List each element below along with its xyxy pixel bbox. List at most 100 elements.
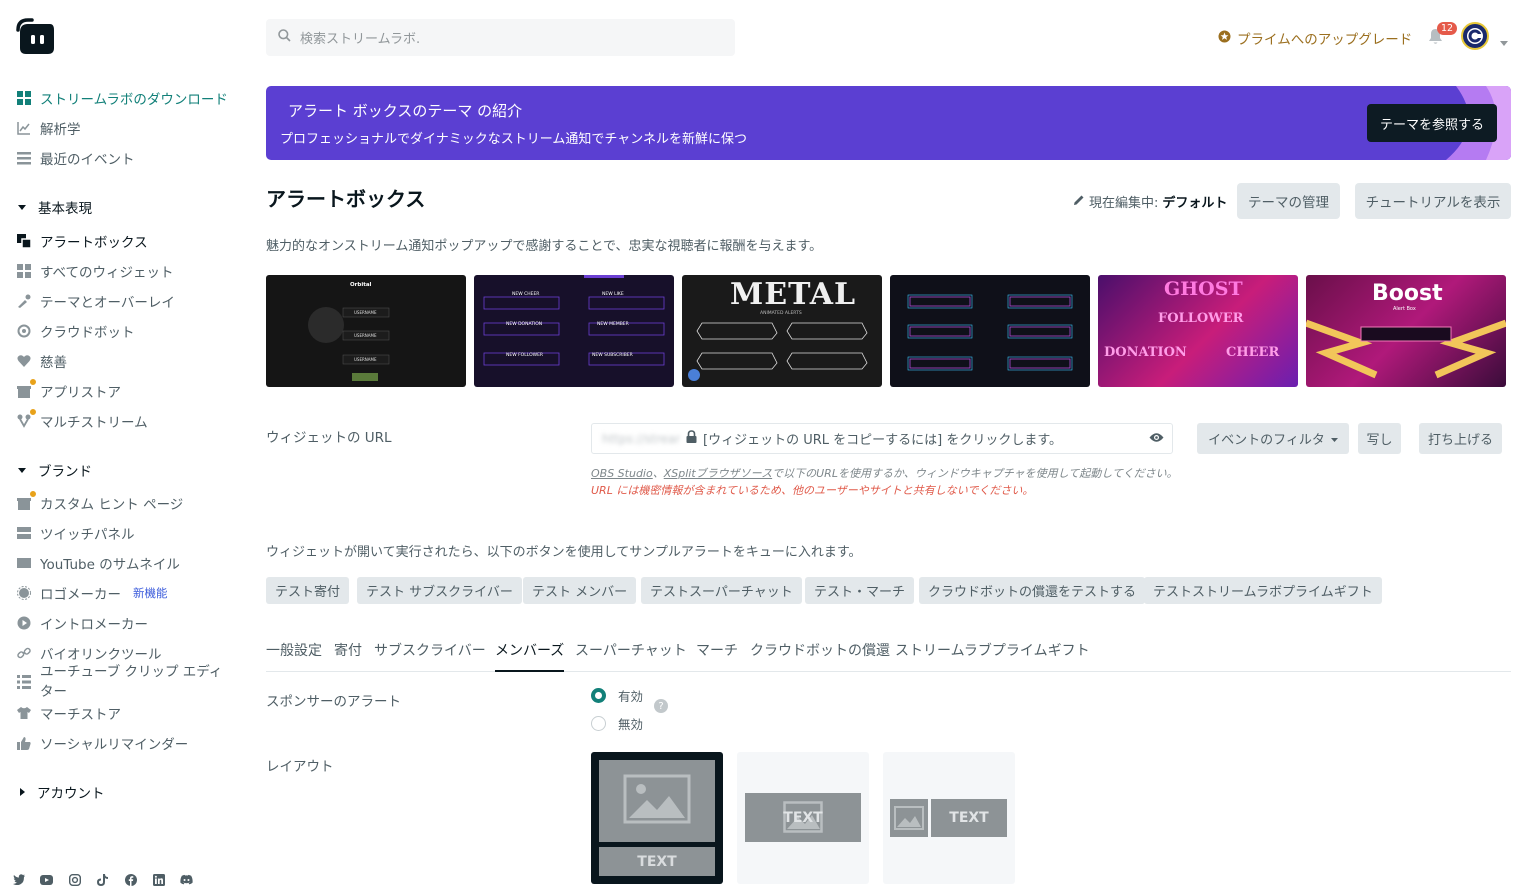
- sidebar-item-recent-events[interactable]: 最近のイベント: [16, 146, 135, 170]
- chevron-down-icon[interactable]: [1500, 35, 1508, 50]
- page-description: 魅力的なオンストリーム通知ポップアップで感謝することで、忠実な視聴者に報酬を与え…: [266, 239, 823, 254]
- chevron-down-icon: [18, 467, 26, 473]
- instagram-icon[interactable]: [68, 873, 81, 886]
- facebook-icon[interactable]: [124, 873, 137, 886]
- copy-url-instruction: [ウィジェットの URL をコピーするには] をクリックします。: [703, 433, 1063, 448]
- theme-thumbnail-ghost[interactable]: GHOST FOLLOWER DONATION CHEER: [1098, 275, 1298, 387]
- twitter-icon[interactable]: [12, 873, 25, 886]
- url-security-warning: URL には機密情報が含まれているため、他のユーザーやサイトと共有しないでくださ…: [591, 484, 1034, 497]
- tab-cloudbot-redemptions[interactable]: クラウドボットの償還: [750, 640, 890, 672]
- theme-thumbnail-boost[interactable]: Boost Alert Box: [1306, 275, 1506, 387]
- sidebar-item-clip-editor[interactable]: ユーチューブ クリップ エディ ター: [16, 662, 222, 702]
- new-badge: 新機能: [133, 586, 168, 600]
- sidebar-item-themes[interactable]: テーマとオーバーレイ: [16, 289, 175, 313]
- multistream-icon: [16, 408, 37, 429]
- test-subscriber-button[interactable]: テスト サブスクライバー: [357, 577, 522, 604]
- tab-general-settings[interactable]: 一般設定: [266, 640, 322, 672]
- sidebar-section-account[interactable]: アカウント: [18, 782, 105, 802]
- sidebar-item-label: すべてのウィジェット: [40, 265, 174, 281]
- layout-option-image-above-text[interactable]: TEXT: [591, 752, 723, 884]
- chevron-down-icon: [1330, 431, 1338, 446]
- tab-prime-gift[interactable]: ストリームラブプライムギフト: [895, 640, 1090, 672]
- sidebar-item-label: マルチストリーム: [40, 415, 148, 431]
- sidebar-item-alert-box[interactable]: アラートボックス: [16, 229, 148, 253]
- manage-themes-button[interactable]: テーマの管理: [1237, 183, 1340, 219]
- tab-members[interactable]: メンバーズ: [495, 640, 565, 672]
- image-placeholder: [599, 760, 715, 842]
- streamlabs-logo[interactable]: [16, 18, 56, 56]
- store-icon: [16, 378, 37, 399]
- sidebar-item-twitch-panels[interactable]: ツイッチパネル: [16, 521, 135, 545]
- browse-themes-button[interactable]: テーマを参照する: [1367, 104, 1497, 142]
- layout-option-image-left-of-text[interactable]: TEXT: [883, 752, 1015, 884]
- sidebar-item-label: アラートボックス: [40, 235, 148, 251]
- sidebar-item-cloudbot[interactable]: クラウドボット: [16, 319, 135, 343]
- sidebar-item-logo-maker[interactable]: ロゴメーカー 新機能: [16, 581, 168, 605]
- sidebar-item-analytics[interactable]: 解析学: [16, 116, 81, 140]
- logo-maker-icon: [16, 585, 32, 601]
- search-input[interactable]: 検索ストリームラボ.: [300, 28, 420, 47]
- copy-url-button[interactable]: 写し: [1358, 423, 1401, 454]
- test-donation-button[interactable]: テスト寄付: [266, 577, 350, 604]
- test-cloudbot-redemption-button[interactable]: クラウドボットの償還をテストする: [919, 577, 1146, 604]
- launch-widget-button[interactable]: 打ち上げる: [1419, 423, 1502, 454]
- sidebar-item-multistream[interactable]: マルチストリーム: [16, 408, 148, 433]
- event-filter-dropdown[interactable]: イベントのフィルタ: [1197, 423, 1349, 454]
- sidebar-item-label-continued: ター: [40, 684, 67, 700]
- layout-option-image-behind-text[interactable]: TEXT: [737, 752, 869, 884]
- youtube-icon[interactable]: [40, 873, 53, 886]
- sidebar-item-label: ソーシャルリマインダー: [40, 737, 189, 753]
- test-merch-button[interactable]: テスト・マーチ: [805, 577, 915, 604]
- sidebar-item-label: カスタム ヒント ページ: [40, 497, 184, 513]
- tiktok-icon[interactable]: [96, 873, 109, 886]
- tab-merch[interactable]: マーチ: [696, 640, 738, 672]
- thumbs-up-icon: [16, 735, 32, 751]
- sidebar-item-label: バイオリンクツール: [40, 647, 162, 663]
- theme-thumbnail-metal[interactable]: METAL ANIMATED ALERTS: [682, 275, 882, 387]
- xsplit-link[interactable]: XSplitブラウザソース: [664, 467, 772, 480]
- sidebar-item-app-store[interactable]: アプリストア: [16, 378, 121, 403]
- test-member-button[interactable]: テスト メンバー: [523, 577, 637, 604]
- test-superchat-button[interactable]: テストスーパーチャット: [641, 577, 802, 604]
- sidebar-item-intro-maker[interactable]: イントロメーカー: [16, 611, 148, 635]
- avatar[interactable]: [1461, 22, 1489, 50]
- tab-subscribers[interactable]: サブスクライバー: [374, 640, 486, 672]
- theme-thumbnail-neon-cheer[interactable]: NEW CHEER NEW LIKE NEW DONATION NEW MEMB…: [474, 275, 674, 387]
- sponsor-disabled-radio[interactable]: 無効: [591, 714, 643, 733]
- upgrade-prime-link[interactable]: プライムへのアップグレード: [1218, 28, 1412, 48]
- sidebar-item-label: 最近のイベント: [40, 152, 135, 168]
- linkedin-icon[interactable]: [152, 873, 165, 886]
- orbital-theme-preview: [308, 307, 390, 381]
- sidebar-item-download[interactable]: ストリームラボのダウンロード: [16, 86, 228, 110]
- prime-dot-icon: [29, 490, 37, 498]
- sidebar-item-merch-store[interactable]: マーチストア: [16, 701, 121, 725]
- sidebar-item-label: 慈善: [40, 355, 67, 371]
- theme-thumbnail-twitch-neon[interactable]: [890, 275, 1090, 387]
- sidebar-item-label: クラウドボット: [40, 325, 135, 341]
- help-icon[interactable]: ?: [654, 699, 668, 713]
- sidebar-item-label: テーマとオーバーレイ: [40, 295, 175, 311]
- sidebar-item-charity[interactable]: 慈善: [16, 349, 67, 373]
- show-tutorial-button[interactable]: チュートリアルを表示: [1355, 183, 1511, 219]
- layout-label: レイアウト: [266, 759, 334, 775]
- sidebar-section-basic[interactable]: 基本表現: [18, 197, 92, 217]
- tab-superchat[interactable]: スーパーチャット: [575, 640, 687, 672]
- discord-icon[interactable]: [180, 873, 193, 886]
- current-editing-indicator: 現在編集中: デフォルト: [1073, 192, 1227, 211]
- sponsor-enabled-radio[interactable]: 有効: [591, 686, 643, 705]
- image-placeholder: TEXT: [745, 793, 861, 842]
- twitch-neon-theme-preview: [907, 294, 1073, 371]
- sidebar-section-brand[interactable]: ブランド: [18, 460, 92, 480]
- sidebar-item-social-reminder[interactable]: ソーシャルリマインダー: [16, 731, 188, 755]
- search-bar[interactable]: 検索ストリームラボ.: [266, 19, 735, 56]
- sidebar-item-tip-page[interactable]: カスタム ヒント ページ: [16, 490, 184, 515]
- link-icon: [16, 645, 32, 661]
- sidebar-item-all-widgets[interactable]: すべてのウィジェット: [16, 259, 174, 283]
- tab-donations[interactable]: 寄付: [334, 640, 362, 672]
- obs-studio-link[interactable]: OBS Studio: [591, 467, 653, 480]
- sidebar-item-youtube-thumbnail[interactable]: YouTube のサムネイル: [16, 551, 180, 575]
- test-prime-gift-button[interactable]: テストストリームラボプライムギフト: [1144, 577, 1382, 604]
- widget-url-field[interactable]: https://streamlabs.com/alert-box/v3/ [ウィ…: [591, 423, 1173, 454]
- theme-thumbnail-orbital[interactable]: Orbital USERNAME USERNAME USERNAME: [266, 275, 466, 387]
- eye-icon[interactable]: [1149, 432, 1164, 447]
